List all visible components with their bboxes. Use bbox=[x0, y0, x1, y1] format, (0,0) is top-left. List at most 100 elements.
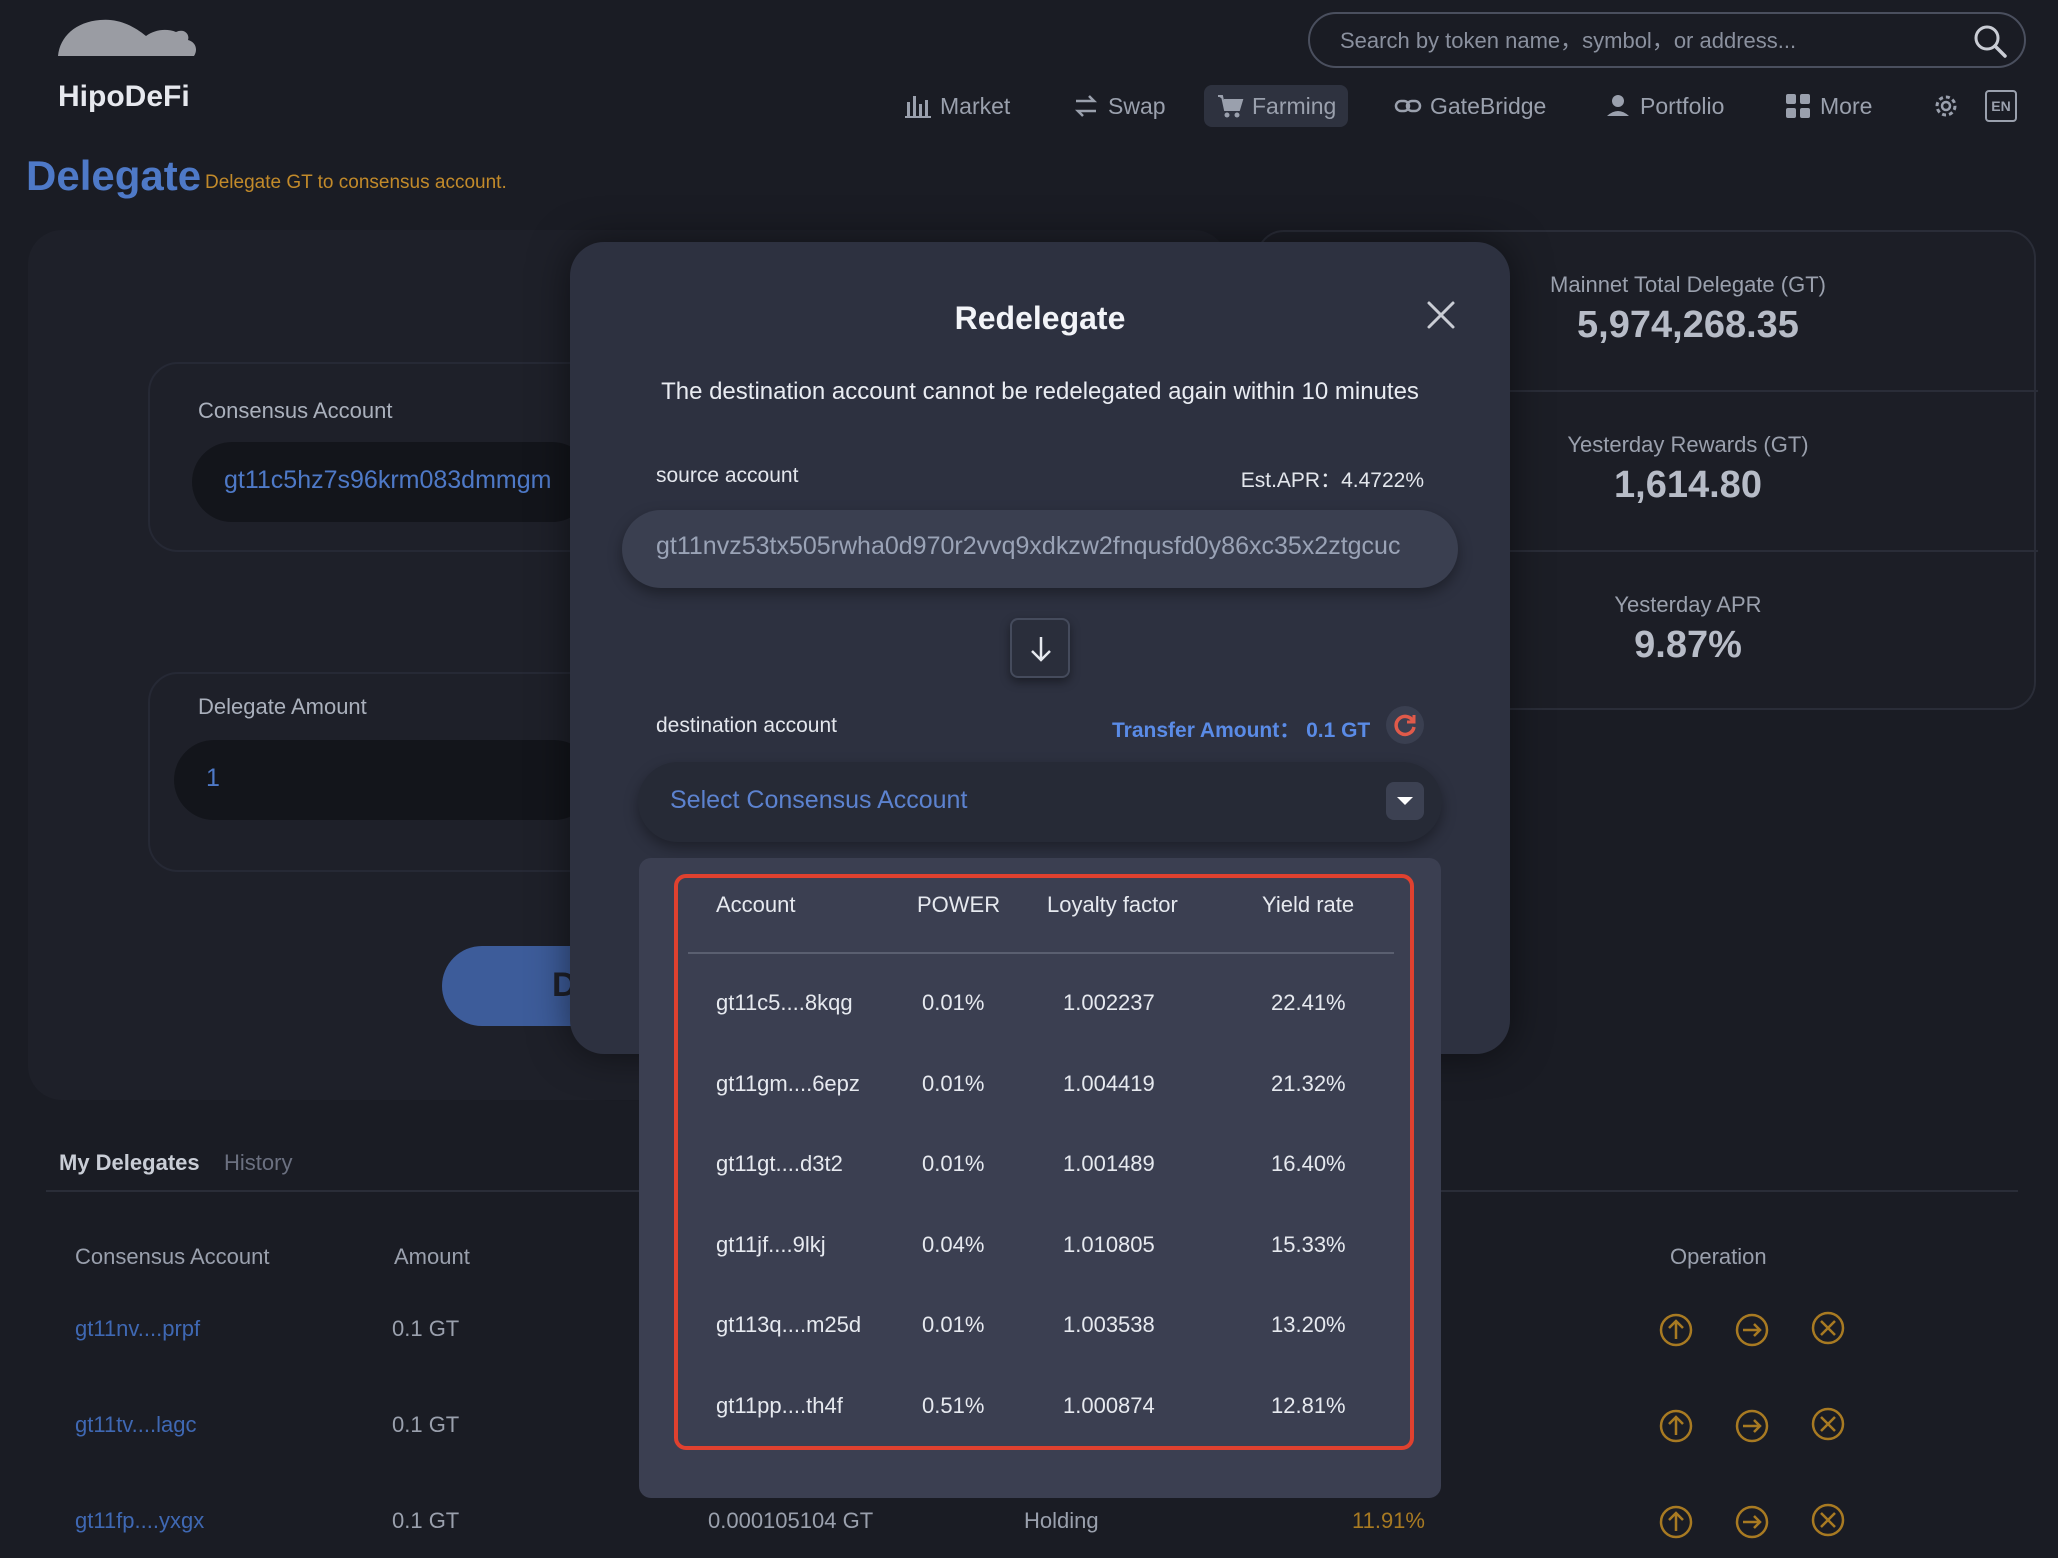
page-subtitle: Delegate GT to consensus account. bbox=[205, 172, 507, 193]
row-account-link[interactable]: gt11tv....lagc bbox=[75, 1412, 196, 1438]
option-loyalty: 1.003538 bbox=[1063, 1312, 1155, 1337]
nav-more[interactable]: More bbox=[1772, 85, 1884, 127]
option-loyalty: 1.002237 bbox=[1063, 990, 1155, 1015]
option-yield: 15.33% bbox=[1271, 1231, 1346, 1257]
row-status: Holding bbox=[1024, 1508, 1099, 1533]
redelegate-circle-icon[interactable] bbox=[1734, 1504, 1770, 1540]
column-header-account: Consensus Account bbox=[75, 1244, 270, 1269]
option-power: 0.01% bbox=[922, 990, 985, 1015]
option-loyalty: 1.000874 bbox=[1063, 1392, 1155, 1418]
dropdown-header-yield: Yield rate bbox=[1262, 892, 1355, 917]
row-account-link[interactable]: gt11fp....yxgx bbox=[75, 1508, 204, 1534]
tab-my-delegates[interactable]: My Delegates bbox=[59, 1150, 200, 1176]
bar-chart-icon bbox=[905, 96, 931, 118]
search-input[interactable] bbox=[1340, 26, 1940, 56]
row-amount: 0.1 GT bbox=[392, 1316, 460, 1341]
column-header-amount: Amount bbox=[394, 1244, 470, 1269]
close-circle-icon[interactable] bbox=[1810, 1310, 1846, 1346]
dropdown-header-power: POWER bbox=[917, 892, 1001, 917]
consensus-account-label: Consensus Account bbox=[198, 398, 393, 423]
gear-icon[interactable] bbox=[1930, 90, 1962, 122]
option-power: 0.51% bbox=[922, 1392, 985, 1418]
delegate-amount-label: Delegate Amount bbox=[198, 694, 367, 719]
chevron-down-icon bbox=[1397, 797, 1413, 805]
nav-label: Swap bbox=[1108, 92, 1166, 119]
cart-icon bbox=[1218, 95, 1244, 118]
swap-icon bbox=[1074, 95, 1098, 117]
option-account: gt113q....m25d bbox=[716, 1312, 862, 1337]
tab-history[interactable]: History bbox=[224, 1150, 292, 1176]
option-loyalty: 1.010805 bbox=[1063, 1231, 1155, 1257]
close-circle-icon[interactable] bbox=[1810, 1502, 1846, 1538]
option-loyalty: 1.001489 bbox=[1063, 1151, 1155, 1176]
transfer-amount: Transfer Amount： 0.1 GT bbox=[1112, 719, 1371, 742]
option-yield: 13.20% bbox=[1271, 1312, 1346, 1337]
option-yield: 22.41% bbox=[1271, 990, 1346, 1015]
option-power: 0.01% bbox=[922, 1070, 985, 1096]
row-amount: 0.1 GT bbox=[392, 1412, 460, 1437]
row-reward: 0.000105104 GT bbox=[708, 1508, 874, 1533]
close-icon[interactable] bbox=[1424, 298, 1458, 332]
select-placeholder: Select Consensus Account bbox=[670, 786, 968, 814]
dropdown-header-loyalty: Loyalty factor bbox=[1047, 892, 1178, 917]
option-account: gt11jf....9lkj bbox=[716, 1231, 826, 1257]
destination-account-label: destination account bbox=[656, 714, 837, 737]
option-power: 0.01% bbox=[922, 1151, 985, 1176]
portfolio-icon bbox=[1607, 95, 1629, 116]
nav-label: Market bbox=[940, 92, 1011, 119]
arrow-down-icon bbox=[1031, 637, 1051, 662]
close-circle-icon[interactable] bbox=[1810, 1406, 1846, 1442]
nav-gatebridge[interactable]: GateBridge bbox=[1382, 85, 1558, 127]
source-account-field: gt11nvz53tx505rwha0d970r2vvq9xdkzw2fnqus… bbox=[622, 510, 1458, 588]
row-amount: 0.1 GT bbox=[392, 1508, 460, 1533]
source-account-value: gt11nvz53tx505rwha0d970r2vvq9xdkzw2fnqus… bbox=[656, 532, 1401, 560]
nav-market[interactable]: Market bbox=[892, 85, 1022, 127]
hippo-logo-icon[interactable] bbox=[54, 16, 198, 60]
grid-icon bbox=[1786, 94, 1810, 118]
option-power: 0.04% bbox=[922, 1231, 985, 1257]
delegate-amount-input[interactable]: 1 bbox=[174, 740, 594, 820]
nav-label: GateBridge bbox=[1430, 92, 1547, 119]
option-account: gt11gt....d3t2 bbox=[716, 1151, 843, 1176]
modal-warning: The destination account cannot be redele… bbox=[661, 378, 1419, 405]
nav-swap[interactable]: Swap bbox=[1060, 85, 1178, 127]
option-yield: 12.81% bbox=[1271, 1392, 1346, 1418]
row-apr: 11.91% bbox=[1352, 1508, 1425, 1533]
refresh-button[interactable] bbox=[1386, 706, 1424, 744]
dropdown-toggle[interactable] bbox=[1386, 782, 1424, 820]
dropdown-header-divider bbox=[688, 952, 1394, 954]
source-account-label: source account bbox=[656, 464, 799, 487]
option-power: 0.01% bbox=[922, 1312, 985, 1337]
swap-direction-button[interactable] bbox=[1010, 618, 1070, 678]
arrow-up-circle-icon[interactable] bbox=[1658, 1312, 1694, 1348]
nav-label: Portfolio bbox=[1640, 92, 1725, 119]
column-header-operation: Operation bbox=[1670, 1244, 1767, 1269]
redelegate-circle-icon[interactable] bbox=[1734, 1312, 1770, 1348]
nav-portfolio[interactable]: Portfolio bbox=[1592, 85, 1736, 127]
nav-label: Farming bbox=[1252, 92, 1337, 119]
dropdown-header-account: Account bbox=[716, 892, 796, 917]
redelegate-circle-icon[interactable] bbox=[1734, 1408, 1770, 1444]
delegate-amount-value: 1 bbox=[206, 764, 220, 792]
option-yield: 21.32% bbox=[1271, 1070, 1346, 1096]
option-loyalty: 1.004419 bbox=[1063, 1070, 1155, 1096]
consensus-account-field[interactable]: gt11c5hz7s96krm083dmmgm bbox=[192, 442, 592, 522]
consensus-account-value: gt11c5hz7s96krm083dmmgm bbox=[224, 466, 552, 494]
option-account: gt11c5....8kqg bbox=[716, 990, 853, 1015]
link-icon bbox=[1394, 99, 1422, 113]
search-icon[interactable] bbox=[1972, 23, 2008, 59]
nav-label: More bbox=[1820, 92, 1873, 119]
option-account: gt11gm....6epz bbox=[716, 1070, 860, 1096]
arrow-up-circle-icon[interactable] bbox=[1658, 1408, 1694, 1444]
nav-farming[interactable]: Farming bbox=[1204, 85, 1349, 127]
arrow-up-circle-icon[interactable] bbox=[1658, 1504, 1694, 1540]
page-title: Delegate bbox=[26, 152, 202, 199]
search-bar[interactable] bbox=[1308, 12, 2026, 68]
option-yield: 16.40% bbox=[1271, 1151, 1346, 1176]
refresh-icon bbox=[1394, 714, 1416, 737]
row-account-link[interactable]: gt11nv....prpf bbox=[75, 1316, 200, 1342]
language-switch[interactable]: EN bbox=[1985, 90, 2017, 122]
modal-title: Redelegate bbox=[954, 300, 1126, 336]
destination-account-select[interactable]: Select Consensus Account bbox=[638, 762, 1442, 842]
brand-name[interactable]: HipoDeFi bbox=[58, 80, 190, 114]
